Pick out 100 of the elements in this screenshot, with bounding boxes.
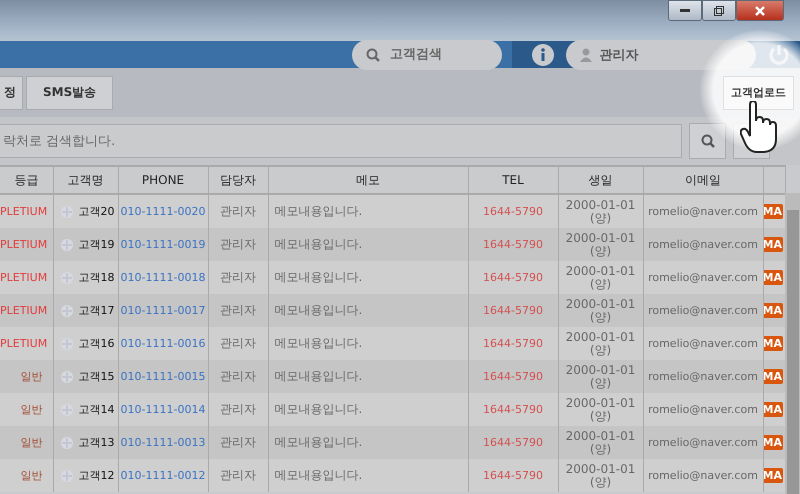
- mail-badge[interactable]: MA: [763, 204, 783, 219]
- close-button[interactable]: [736, 0, 784, 21]
- manager-name: 관리자: [220, 435, 256, 449]
- memo-text: 메모내용입니다.: [274, 435, 362, 449]
- calendar-type: (양): [590, 476, 612, 488]
- memo-text: 메모내용입니다.: [274, 369, 362, 383]
- tel-number: 1644-5790: [483, 238, 543, 251]
- tel-number: 1644-5790: [483, 436, 543, 449]
- search-icon: [700, 134, 714, 148]
- calendar-type: (양): [590, 376, 612, 390]
- scrollbar[interactable]: [785, 193, 800, 494]
- customer-name: 고객17: [78, 303, 114, 318]
- grade-label: 일반: [20, 403, 42, 416]
- calendar-type: (양): [590, 344, 612, 356]
- birth-date: 2000-01-01: [566, 330, 636, 344]
- column-header[interactable]: 생일: [588, 172, 612, 186]
- birth-date: 2000-01-01: [566, 264, 636, 278]
- birth-date: 2000-01-01: [566, 396, 636, 410]
- tel-number: 1644-5790: [483, 370, 543, 383]
- manager-name: 관리자: [220, 468, 256, 482]
- grade-label: PLETIUM: [0, 271, 48, 284]
- calendar-type: (양): [590, 212, 612, 224]
- email-address: romelio@naver.com: [648, 271, 758, 284]
- memo-text: 메모내용입니다.: [274, 303, 362, 317]
- mail-badge[interactable]: MA: [763, 369, 783, 384]
- column-header[interactable]: 이메일: [685, 172, 721, 186]
- minimize-button[interactable]: [668, 0, 702, 21]
- restore-icon: [714, 6, 724, 16]
- manager-name: 관리자: [220, 336, 256, 350]
- grade-label: PLETIUM: [0, 205, 48, 218]
- memo-text: 메모내용입니다.: [274, 270, 362, 284]
- manager-name: 관리자: [220, 204, 256, 218]
- email-address: romelio@naver.com: [648, 304, 758, 317]
- column-header[interactable]: TEL: [502, 173, 524, 187]
- expand-icon[interactable]: [60, 370, 74, 384]
- calendar-type: (양): [590, 410, 612, 422]
- email-address: romelio@naver.com: [648, 238, 758, 251]
- upload-button[interactable]: 고객업로드: [723, 76, 794, 110]
- birth-date: 2000-01-01: [566, 232, 636, 244]
- memo-text: 메모내용입니다.: [274, 336, 362, 350]
- toolbar-button[interactable]: SMS발송: [26, 76, 114, 110]
- customer-name: 고객18: [78, 270, 114, 285]
- toolbar-button[interactable]: 정: [0, 76, 23, 110]
- customer-name: 고객15: [78, 369, 114, 384]
- tel-number: 1644-5790: [483, 271, 543, 284]
- birth-date: 2000-01-01: [566, 430, 636, 442]
- birth-date: 2000-01-01: [566, 298, 636, 310]
- close-icon: [755, 6, 765, 16]
- restore-button[interactable]: [702, 0, 736, 21]
- tel-number: 1644-5790: [483, 403, 543, 416]
- search-button[interactable]: [689, 123, 726, 159]
- memo-text: 메모내용입니다.: [274, 468, 362, 482]
- grade-label: PLETIUM: [0, 238, 48, 251]
- memo-text: 메모내용입니다.: [274, 204, 362, 218]
- customer-name: 고객19: [78, 237, 114, 252]
- mail-badge[interactable]: MA: [763, 303, 783, 318]
- hand-cursor-icon: [740, 101, 778, 153]
- grade-label: 일반: [20, 370, 42, 383]
- info-icon[interactable]: [532, 44, 554, 66]
- email-address: romelio@naver.com: [648, 205, 758, 218]
- manager-name: 관리자: [220, 402, 256, 416]
- minimize-icon: [680, 8, 690, 12]
- tel-number: 1644-5790: [483, 469, 543, 482]
- expand-icon[interactable]: [60, 436, 74, 450]
- birth-date: 2000-01-01: [566, 462, 636, 476]
- mail-badge[interactable]: MA: [763, 270, 783, 285]
- column-header[interactable]: 메모: [356, 172, 380, 186]
- grade-label: PLETIUM: [0, 337, 48, 350]
- tel-number: 1644-5790: [483, 205, 543, 218]
- customer-name: 고객16: [78, 336, 114, 351]
- grade-label: 일반: [20, 436, 42, 449]
- grade-label: PLETIUM: [0, 304, 48, 317]
- email-address: romelio@naver.com: [648, 436, 758, 449]
- calendar-type: (양): [590, 310, 612, 324]
- customer-search-field[interactable]: 고객검색: [352, 40, 502, 70]
- email-address: romelio@naver.com: [648, 469, 758, 482]
- birth-date: 2000-01-01: [566, 364, 636, 376]
- scrollbar-thumb[interactable]: [787, 210, 799, 494]
- mail-badge[interactable]: MA: [763, 402, 783, 417]
- user-name: 관리자: [600, 46, 639, 64]
- mail-badge[interactable]: MA: [763, 468, 783, 483]
- manager-name: 관리자: [220, 369, 256, 383]
- search-field[interactable]: 락처로 검색합니다.: [0, 124, 682, 158]
- power-icon[interactable]: [768, 44, 790, 66]
- person-icon: [580, 48, 592, 62]
- mail-badge[interactable]: MA: [763, 237, 783, 252]
- mail-badge[interactable]: MA: [763, 336, 783, 351]
- user-menu[interactable]: 관리자: [566, 40, 756, 70]
- grade-label: 일반: [20, 469, 42, 482]
- calendar-type: (양): [590, 244, 612, 258]
- manager-name: 관리자: [220, 237, 256, 251]
- customer-name: 고객20: [78, 204, 114, 219]
- mail-badge[interactable]: MA: [763, 435, 783, 450]
- customer-name: 고객12: [78, 468, 114, 483]
- email-address: romelio@naver.com: [648, 403, 758, 416]
- expand-icon[interactable]: [60, 238, 74, 252]
- expand-icon[interactable]: [60, 304, 74, 318]
- birth-date: 2000-01-01: [566, 198, 636, 212]
- memo-text: 메모내용입니다.: [274, 402, 362, 416]
- email-address: romelio@naver.com: [648, 337, 758, 350]
